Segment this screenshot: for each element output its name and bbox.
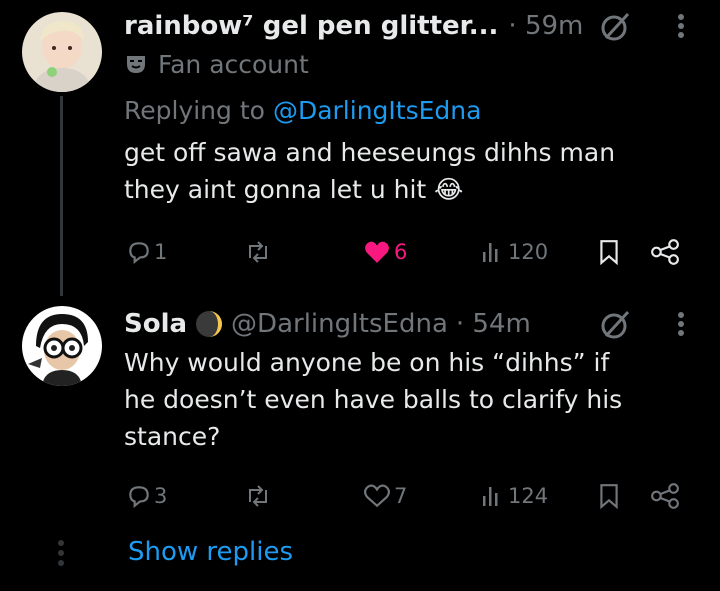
display-name[interactable]: Sola (124, 309, 187, 339)
tweet-text-line: Why would anyone be on his “dihhs” if (124, 348, 610, 377)
tweet-text: get off sawa and heeseungs dihhs man the… (124, 134, 720, 208)
tweet-1[interactable]: rainbow⁷ gel pen glitter... · 59m Fan ac… (0, 0, 720, 290)
like-button[interactable]: 6 (364, 232, 407, 272)
reply-button[interactable]: 3 (126, 476, 167, 516)
grok-icon[interactable] (598, 8, 634, 44)
handle[interactable]: @DarlingItsEdna (231, 309, 448, 339)
thread-dots-icon (58, 540, 64, 570)
reply-count: 1 (154, 240, 168, 264)
bookmark-button[interactable] (598, 232, 620, 272)
tweet-text-segment: they aint gonna let u hit (124, 175, 427, 204)
tweet-text-line: stance? (124, 422, 221, 451)
more-icon[interactable] (676, 8, 686, 44)
share-button[interactable] (650, 232, 680, 272)
retweet-button[interactable] (244, 476, 272, 516)
view-count: 120 (508, 240, 549, 264)
action-bar: 1 6 120 (0, 232, 720, 272)
avatar[interactable] (22, 12, 102, 92)
heart-icon (365, 241, 389, 263)
bookmark-icon (600, 240, 618, 265)
bookmark-icon (600, 484, 618, 509)
grok-icon[interactable] (598, 306, 634, 342)
replying-handle-link[interactable]: @DarlingItsEdna (273, 96, 481, 125)
share-icon (651, 239, 679, 265)
fan-account-label: Fan account (124, 46, 720, 82)
tweet-text: Why would anyone be on his “dihhs” if he… (124, 344, 720, 455)
view-count: 124 (508, 484, 549, 508)
replying-prefix: Replying to (124, 95, 265, 125)
views-icon (483, 487, 498, 506)
tweet-text-line: get off sawa and heeseungs dihhs man (124, 138, 616, 167)
reply-button[interactable]: 1 (126, 232, 167, 272)
like-count: 7 (394, 484, 408, 508)
action-bar: 3 7 124 (0, 476, 720, 516)
avatar[interactable] (22, 306, 102, 386)
tweet-2[interactable]: Sola @DarlingItsEdna · 54m Why would any… (0, 296, 720, 526)
show-replies-link[interactable]: Show replies (128, 537, 293, 567)
reply-count: 3 (154, 484, 168, 508)
like-button[interactable]: 7 (364, 476, 407, 516)
retweet-button[interactable] (244, 232, 272, 272)
more-icon[interactable] (676, 306, 686, 342)
heart-icon (364, 484, 390, 508)
reply-icon (129, 486, 149, 509)
views-icon (483, 243, 498, 262)
fan-account-text: Fan account (158, 49, 309, 79)
mask-icon (124, 52, 148, 76)
share-button[interactable] (650, 476, 680, 516)
tweet-text-line: they aint gonna let u hit 😂 (124, 171, 720, 208)
views-button[interactable]: 124 (480, 476, 548, 516)
replying-to: Replying to @DarlingItsEdna (124, 90, 720, 130)
timestamp[interactable]: · 54m (456, 309, 531, 339)
views-button[interactable]: 120 (480, 232, 548, 272)
moon-emoji (195, 310, 223, 338)
tweet-text-line: he doesn’t even have balls to clarify hi… (124, 385, 623, 414)
display-name[interactable]: rainbow⁷ gel pen glitter... (124, 11, 498, 41)
like-count: 6 (394, 240, 408, 264)
bookmark-button[interactable] (598, 476, 620, 516)
share-icon (651, 483, 679, 509)
laughing-emoji: 😂 (434, 175, 464, 204)
retweet-icon (249, 485, 267, 507)
reply-icon (129, 242, 149, 265)
timestamp[interactable]: · 59m (508, 11, 583, 41)
retweet-icon (249, 241, 267, 263)
